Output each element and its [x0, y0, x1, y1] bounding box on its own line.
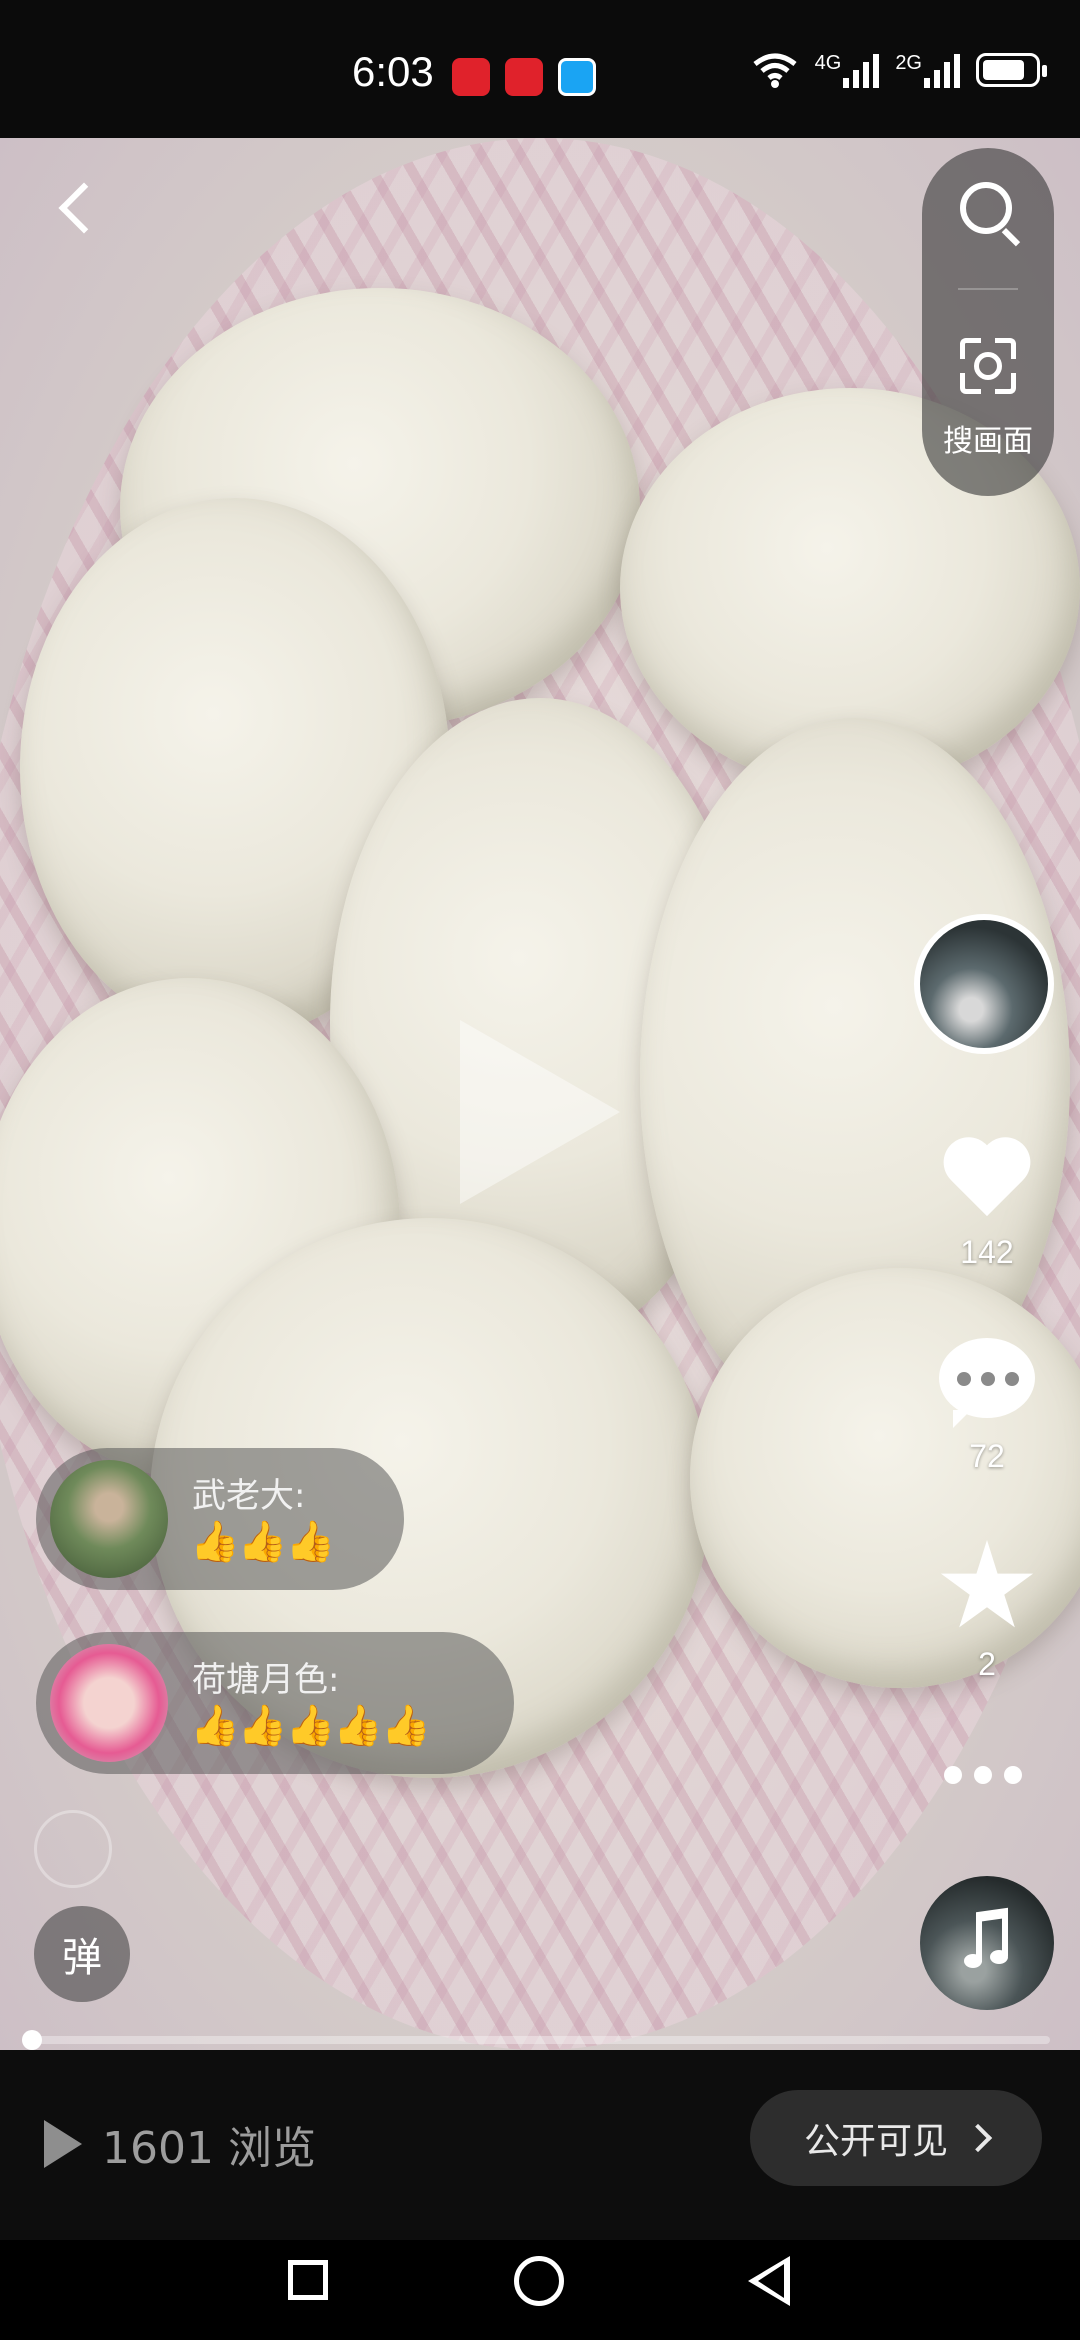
back-button[interactable] — [50, 180, 110, 240]
visibility-label: 公开可见 — [803, 2121, 948, 2162]
system-nav-bar — [0, 2240, 1080, 2340]
status-bar: 6:03 4G 2G — [0, 0, 1080, 138]
battery-icon — [976, 53, 1047, 87]
commenter-name: 荷塘月色: — [192, 1660, 340, 1700]
view-count-text: 1601 浏览 — [102, 2123, 316, 2174]
play-icon[interactable] — [460, 1020, 620, 1204]
bottom-bar: 1601 浏览 公开可见 — [0, 2050, 1080, 2240]
video-progress-bar[interactable] — [22, 2030, 1050, 2050]
comment-icon — [939, 1338, 1035, 1428]
wifi-icon — [753, 53, 797, 88]
comment-text: 👍👍👍👍👍 — [190, 1703, 431, 1749]
status-indicators: 4G 2G — [751, 52, 1047, 88]
commenter-name: 武老大: — [192, 1476, 306, 1516]
cellular-signal-1: 4G — [815, 52, 880, 88]
floating-comment[interactable]: 武老大: 👍👍👍 — [36, 1448, 404, 1590]
app-notification-icon — [558, 58, 596, 96]
commenter-avatar — [50, 1644, 168, 1762]
play-count-icon — [44, 2120, 82, 2168]
home-icon[interactable] — [514, 2256, 564, 2306]
image-search-label[interactable]: 搜画面 — [922, 416, 1054, 460]
recent-apps-icon[interactable] — [288, 2260, 328, 2300]
network-type-label: 2G — [895, 52, 922, 74]
network-type-label: 4G — [814, 52, 842, 74]
search-icon[interactable] — [960, 182, 1012, 234]
app-notification-icon — [505, 58, 543, 96]
image-search-icon[interactable] — [960, 338, 1016, 394]
app-notification-icon — [452, 58, 490, 96]
star-icon — [940, 1540, 1034, 1628]
danmu-toggle-button[interactable]: 弹 — [34, 1906, 130, 2002]
heart-icon — [942, 1140, 1032, 1224]
back-icon[interactable] — [748, 2256, 790, 2306]
floating-comment[interactable]: 荷塘月色: 👍👍👍👍👍 — [36, 1632, 514, 1774]
more-icon[interactable] — [944, 1766, 1022, 1784]
search-panel: 搜画面 — [922, 148, 1054, 496]
author-avatar[interactable] — [914, 914, 1054, 1054]
like-button[interactable]: 142 — [930, 1140, 1044, 1271]
favorite-button[interactable]: 2 — [930, 1540, 1044, 1683]
view-count: 1601 浏览 — [44, 2112, 316, 2176]
comment-text: 👍👍👍 — [190, 1519, 335, 1565]
music-disc[interactable] — [920, 1876, 1054, 2010]
status-time: 6:03 — [352, 48, 434, 95]
cellular-signal-2: 2G — [895, 52, 960, 88]
divider — [958, 288, 1018, 290]
like-count: 142 — [960, 1234, 1014, 1270]
faded-avatar-icon — [34, 1810, 112, 1888]
comment-count: 72 — [969, 1438, 1005, 1474]
commenter-avatar — [50, 1460, 168, 1578]
comment-button[interactable]: 72 — [930, 1338, 1044, 1475]
signal-bars-icon — [843, 52, 880, 88]
signal-bars-icon — [924, 52, 960, 88]
progress-knob[interactable] — [22, 2030, 42, 2050]
chevron-right-icon — [963, 2123, 993, 2153]
visibility-button[interactable]: 公开可见 — [750, 2090, 1042, 2186]
favorite-count: 2 — [978, 1646, 996, 1682]
music-note-icon — [964, 1907, 1008, 1974]
